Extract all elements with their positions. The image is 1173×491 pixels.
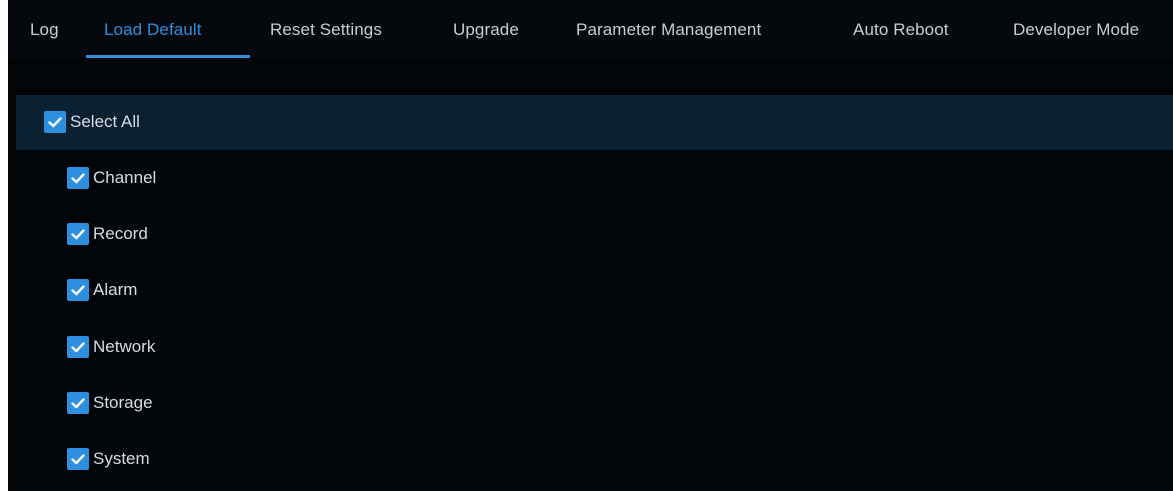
tab-developer-mode[interactable]: Developer Mode [1013, 20, 1139, 40]
load-default-panel: Log Load Default Reset Settings Upgrade … [8, 0, 1173, 491]
checkbox-label: Record [93, 224, 148, 243]
checkbox-label: Channel [93, 168, 157, 187]
checkbox-record[interactable]: Record [67, 220, 148, 248]
tab-load-default[interactable]: Load Default [104, 20, 202, 40]
tab-upgrade[interactable]: Upgrade [453, 20, 519, 40]
checkbox-storage[interactable]: Storage [67, 389, 153, 417]
checkbox-label: System [93, 449, 150, 468]
tab-reset-settings[interactable]: Reset Settings [270, 20, 382, 40]
checkmark-icon[interactable] [67, 223, 89, 245]
checkbox-label: Alarm [93, 280, 138, 299]
checkmark-icon[interactable] [67, 392, 89, 414]
tab-log[interactable]: Log [30, 20, 59, 40]
checkmark-icon[interactable] [67, 336, 89, 358]
select-all-row [16, 95, 1173, 150]
checkbox-label: Network [93, 337, 156, 356]
checkbox-label: Storage [93, 393, 153, 412]
select-all-checkbox[interactable]: Select All [44, 108, 140, 136]
checkmark-icon[interactable] [44, 111, 66, 133]
checkmark-icon[interactable] [67, 279, 89, 301]
checkmark-icon[interactable] [67, 167, 89, 189]
settings-tab-bar: Log Load Default Reset Settings Upgrade … [8, 0, 1173, 58]
select-all-label: Select All [70, 112, 140, 131]
checkmark-icon[interactable] [67, 448, 89, 470]
checkbox-system[interactable]: System [67, 445, 150, 473]
tab-auto-reboot[interactable]: Auto Reboot [853, 20, 949, 40]
checkbox-network[interactable]: Network [67, 333, 155, 361]
tab-parameter-management[interactable]: Parameter Management [576, 20, 761, 40]
checkbox-channel[interactable]: Channel [67, 164, 156, 192]
checkbox-alarm[interactable]: Alarm [67, 276, 137, 304]
active-tab-indicator [86, 55, 250, 58]
